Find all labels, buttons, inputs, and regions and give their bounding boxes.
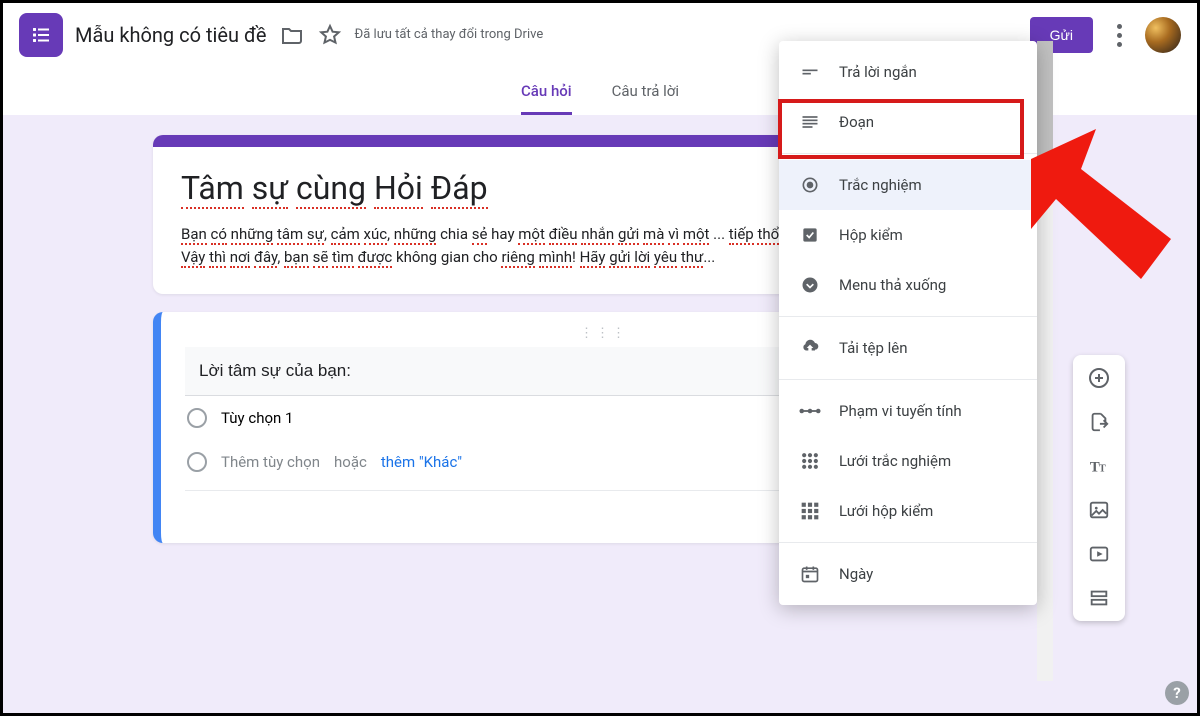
short-answer-icon xyxy=(799,61,821,83)
checkbox-grid-icon xyxy=(799,500,821,522)
qtype-paragraph[interactable]: Đoạn xyxy=(779,97,1037,147)
help-button[interactable]: ? xyxy=(1165,681,1189,705)
radio-icon xyxy=(187,408,207,428)
radio-grid-icon xyxy=(799,450,821,472)
qtype-dropdown[interactable]: Menu thả xuống xyxy=(779,260,1037,310)
qtype-short-answer[interactable]: Trả lời ngắn xyxy=(779,47,1037,97)
qtype-checkboxes[interactable]: Hộp kiểm xyxy=(779,210,1037,260)
qtype-file-upload[interactable]: Tải tệp lên xyxy=(779,323,1037,373)
qtype-multiple-choice[interactable]: Trắc nghiệm xyxy=(779,160,1037,210)
save-status: Đã lưu tất cả thay đổi trong Drive xyxy=(355,27,544,44)
more-menu-icon[interactable] xyxy=(1105,24,1133,47)
avatar[interactable] xyxy=(1145,17,1181,53)
checkbox-icon xyxy=(799,224,821,246)
option-label[interactable]: Tùy chọn 1 xyxy=(221,409,293,427)
question-type-menu: Trả lời ngắn Đoạn Trắc nghiệm Hộp kiểm M… xyxy=(779,41,1037,605)
add-video-icon[interactable] xyxy=(1084,539,1114,569)
dropdown-scrollbar[interactable] xyxy=(1037,41,1053,681)
paragraph-icon xyxy=(799,111,821,133)
add-option-label[interactable]: Thêm tùy chọn xyxy=(221,453,320,471)
add-title-icon[interactable]: TT xyxy=(1084,451,1114,481)
forms-logo-icon[interactable] xyxy=(19,13,63,57)
folder-icon[interactable] xyxy=(279,22,305,48)
dropdown-icon xyxy=(799,274,821,296)
floating-toolbar: TT xyxy=(1073,355,1125,621)
add-other-link[interactable]: thêm "Khác" xyxy=(381,453,462,471)
qtype-linear-scale[interactable]: Phạm vi tuyến tính xyxy=(779,386,1037,436)
qtype-mc-grid[interactable]: Lưới trắc nghiệm xyxy=(779,436,1037,486)
qtype-date[interactable]: Ngày xyxy=(779,549,1037,599)
import-question-icon[interactable] xyxy=(1084,407,1114,437)
tab-responses[interactable]: Câu trả lời xyxy=(612,82,679,115)
qtype-checkbox-grid[interactable]: Lưới hộp kiểm xyxy=(779,486,1037,536)
radio-icon xyxy=(187,452,207,472)
star-icon[interactable] xyxy=(317,22,343,48)
linear-scale-icon xyxy=(799,400,821,422)
radio-icon xyxy=(799,174,821,196)
form-title[interactable]: Mẫu không có tiêu đề xyxy=(75,23,267,47)
or-word: hoặc xyxy=(334,453,367,471)
add-question-icon[interactable] xyxy=(1084,363,1114,393)
add-image-icon[interactable] xyxy=(1084,495,1114,525)
add-section-icon[interactable] xyxy=(1084,583,1114,613)
tab-questions[interactable]: Câu hỏi xyxy=(521,82,572,115)
calendar-icon xyxy=(799,563,821,585)
cloud-upload-icon xyxy=(799,337,821,359)
svg-text:T: T xyxy=(1099,464,1106,475)
